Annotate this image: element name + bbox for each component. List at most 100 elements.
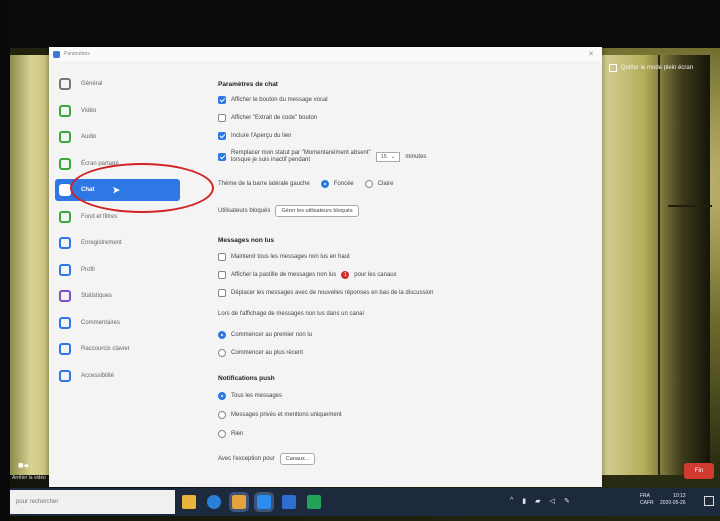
- sidebar-item-audio[interactable]: Audio: [55, 126, 180, 148]
- sidebar-item-statistiques[interactable]: Statistiques: [55, 285, 180, 307]
- file-explorer-icon[interactable]: [182, 495, 196, 509]
- pen-icon[interactable]: ✎: [564, 497, 570, 505]
- channels-button[interactable]: Canaux...: [279, 453, 316, 465]
- away-minutes-select[interactable]: 15 ⌄: [375, 151, 401, 162]
- radio[interactable]: [218, 392, 226, 400]
- option-move-replies[interactable]: Déplacer les messages avec de nouvelles …: [218, 289, 433, 297]
- unread-display-label: Lors de l'affichage de messages non lus …: [218, 311, 364, 317]
- language-indicator[interactable]: FRA CAFR: [640, 493, 654, 507]
- excel-icon[interactable]: [307, 495, 321, 509]
- clock[interactable]: 10:13 2020-05-26: [660, 493, 686, 507]
- video-camera-icon[interactable]: ■◂: [18, 460, 28, 471]
- zoom-taskbar-icon[interactable]: [254, 492, 274, 512]
- taskbar-search-input[interactable]: pour rechercher: [10, 490, 175, 514]
- statistiques-icon: [59, 290, 71, 302]
- checkbox[interactable]: [218, 96, 226, 104]
- windows-taskbar: pour rechercher ^ ▮ ▰ ◁ ✎ FRA CAFR 10:13…: [10, 488, 720, 516]
- battery-icon[interactable]: ▮: [522, 497, 526, 505]
- option-code-snippet[interactable]: Afficher "Extrait de code" bouton: [218, 114, 317, 122]
- chrome-browser-icon[interactable]: [229, 492, 249, 512]
- notifications-icon[interactable]: [704, 496, 714, 506]
- audio-icon: [59, 131, 71, 143]
- raccourcis-clavier-icon: [59, 343, 71, 355]
- radio[interactable]: [218, 349, 226, 357]
- accessibilite-icon: [59, 369, 71, 382]
- option-push-none[interactable]: Rien: [218, 430, 243, 438]
- sidebar-item-video[interactable]: Vidéo: [55, 100, 180, 122]
- sidebar-item-label: Général: [81, 81, 103, 87]
- sidebar-theme-row: Thème de la barre latérale gauche Foncée…: [218, 180, 394, 188]
- radio[interactable]: [218, 331, 226, 339]
- ecran-partage-icon: [59, 157, 71, 170]
- chevron-down-icon: ⌄: [390, 153, 396, 160]
- sidebar-item-commentaires[interactable]: Commentaires: [55, 312, 180, 334]
- sidebar-item-label: Audio: [81, 134, 97, 140]
- video-feed-left: [10, 55, 52, 475]
- sidebar-item-label: Enregistrement: [81, 240, 122, 246]
- option-start-latest[interactable]: Commencer au plus récent: [218, 349, 303, 357]
- end-meeting-button[interactable]: Fin: [684, 463, 714, 479]
- push-notifications-title: Notifications push: [218, 375, 275, 382]
- sidebar-item-label: Commentaires: [81, 319, 121, 326]
- unread-badge-icon: 1: [341, 271, 350, 279]
- system-tray: ^ ▮ ▰ ◁ ✎: [510, 497, 570, 505]
- sidebar-item-accessibilite[interactable]: Accessibilité: [55, 365, 180, 387]
- push-exception-row: Avec l'exception pour Canaux...: [218, 453, 316, 465]
- screen-bezel-top: [0, 0, 720, 48]
- video-feed-right: [600, 55, 712, 475]
- radio[interactable]: [218, 430, 226, 438]
- sidebar-item-label: Profil: [81, 266, 95, 273]
- sidebar-item-general[interactable]: Général: [55, 73, 180, 95]
- chat-settings-panel: Paramètres de chat Afficher le bouton du…: [215, 61, 595, 487]
- settings-window: Paramètres ✕ Général Vidéo Audio Écran part…: [49, 47, 602, 487]
- sidebar-item-label: Raccourcis clavier: [81, 346, 130, 352]
- sidebar-item-enregistrement[interactable]: Enregistrement: [55, 232, 180, 254]
- exit-fullscreen-label: Quitter le mode plein écran: [621, 65, 694, 71]
- option-link-preview[interactable]: Inclure l'Aperçu du lien: [218, 132, 292, 140]
- sidebar-item-label: Vidéo: [81, 107, 97, 114]
- exit-fullscreen-button[interactable]: Quitter le mode plein écran: [609, 62, 693, 74]
- red-highlight-circle: [70, 163, 214, 213]
- network-icon[interactable]: ▰: [535, 497, 540, 505]
- screen-bezel-left: [0, 0, 10, 521]
- theme-dark-radio[interactable]: [320, 180, 329, 188]
- video-icon: [59, 104, 71, 117]
- commentaires-icon: [59, 316, 71, 329]
- zoom-app-icon: [53, 50, 60, 58]
- option-away-status[interactable]: Remplacer mon statut par "Momentanément …: [218, 150, 426, 163]
- window-title: Paramètres: [64, 51, 90, 57]
- fullscreen-icon: [609, 64, 617, 72]
- theme-light-radio[interactable]: [364, 180, 373, 188]
- option-voice-message[interactable]: Afficher le bouton du message vocal: [218, 96, 328, 104]
- sidebar-item-raccourcis-clavier[interactable]: Raccourcis clavier: [55, 338, 180, 360]
- general-icon: [59, 78, 71, 90]
- outlook-icon[interactable]: [282, 495, 296, 509]
- option-keep-unread-top[interactable]: Maintenir tous les messages non lus en h…: [218, 253, 350, 261]
- title-bar: Paramètres ✕: [49, 47, 602, 61]
- checkbox[interactable]: [218, 253, 226, 261]
- option-start-first-unread[interactable]: Commencer au premier non lu: [218, 331, 312, 339]
- manage-blocked-users-button[interactable]: Gérer les utilisateurs bloqués: [275, 205, 359, 217]
- checkbox[interactable]: [218, 132, 226, 140]
- option-push-private[interactable]: Messages privés et mentions uniquement: [218, 411, 342, 419]
- speaker-icon[interactable]: ◁: [550, 497, 555, 505]
- option-push-all[interactable]: Tous les messages: [218, 392, 282, 400]
- stop-video-label: Arrêter la vidéo: [12, 475, 46, 481]
- checkbox[interactable]: [218, 152, 226, 161]
- blocked-users-row: Utilisateurs bloqués Gérer les utilisate…: [218, 205, 359, 217]
- checkbox[interactable]: [218, 114, 226, 122]
- close-icon[interactable]: ✕: [588, 50, 594, 58]
- enregistrement-icon: [59, 237, 71, 249]
- chat-settings-title: Paramètres de chat: [218, 81, 278, 88]
- sidebar-item-label: Accessibilité: [81, 372, 115, 379]
- chevron-up-icon[interactable]: ^: [510, 497, 513, 505]
- checkbox[interactable]: [218, 289, 226, 297]
- checkbox[interactable]: [218, 271, 226, 279]
- settings-sidebar: Général Vidéo Audio Écran partagé Chat ➤ Fond …: [49, 61, 189, 487]
- fond-et-filtres-icon: [59, 210, 71, 223]
- edge-browser-icon[interactable]: [207, 495, 221, 509]
- sidebar-item-label: Fond et filtres: [81, 213, 118, 220]
- radio[interactable]: [218, 411, 226, 419]
- sidebar-item-profil[interactable]: Profil: [55, 259, 180, 281]
- option-unread-badge[interactable]: Afficher la pastille de messages non lus…: [218, 271, 397, 279]
